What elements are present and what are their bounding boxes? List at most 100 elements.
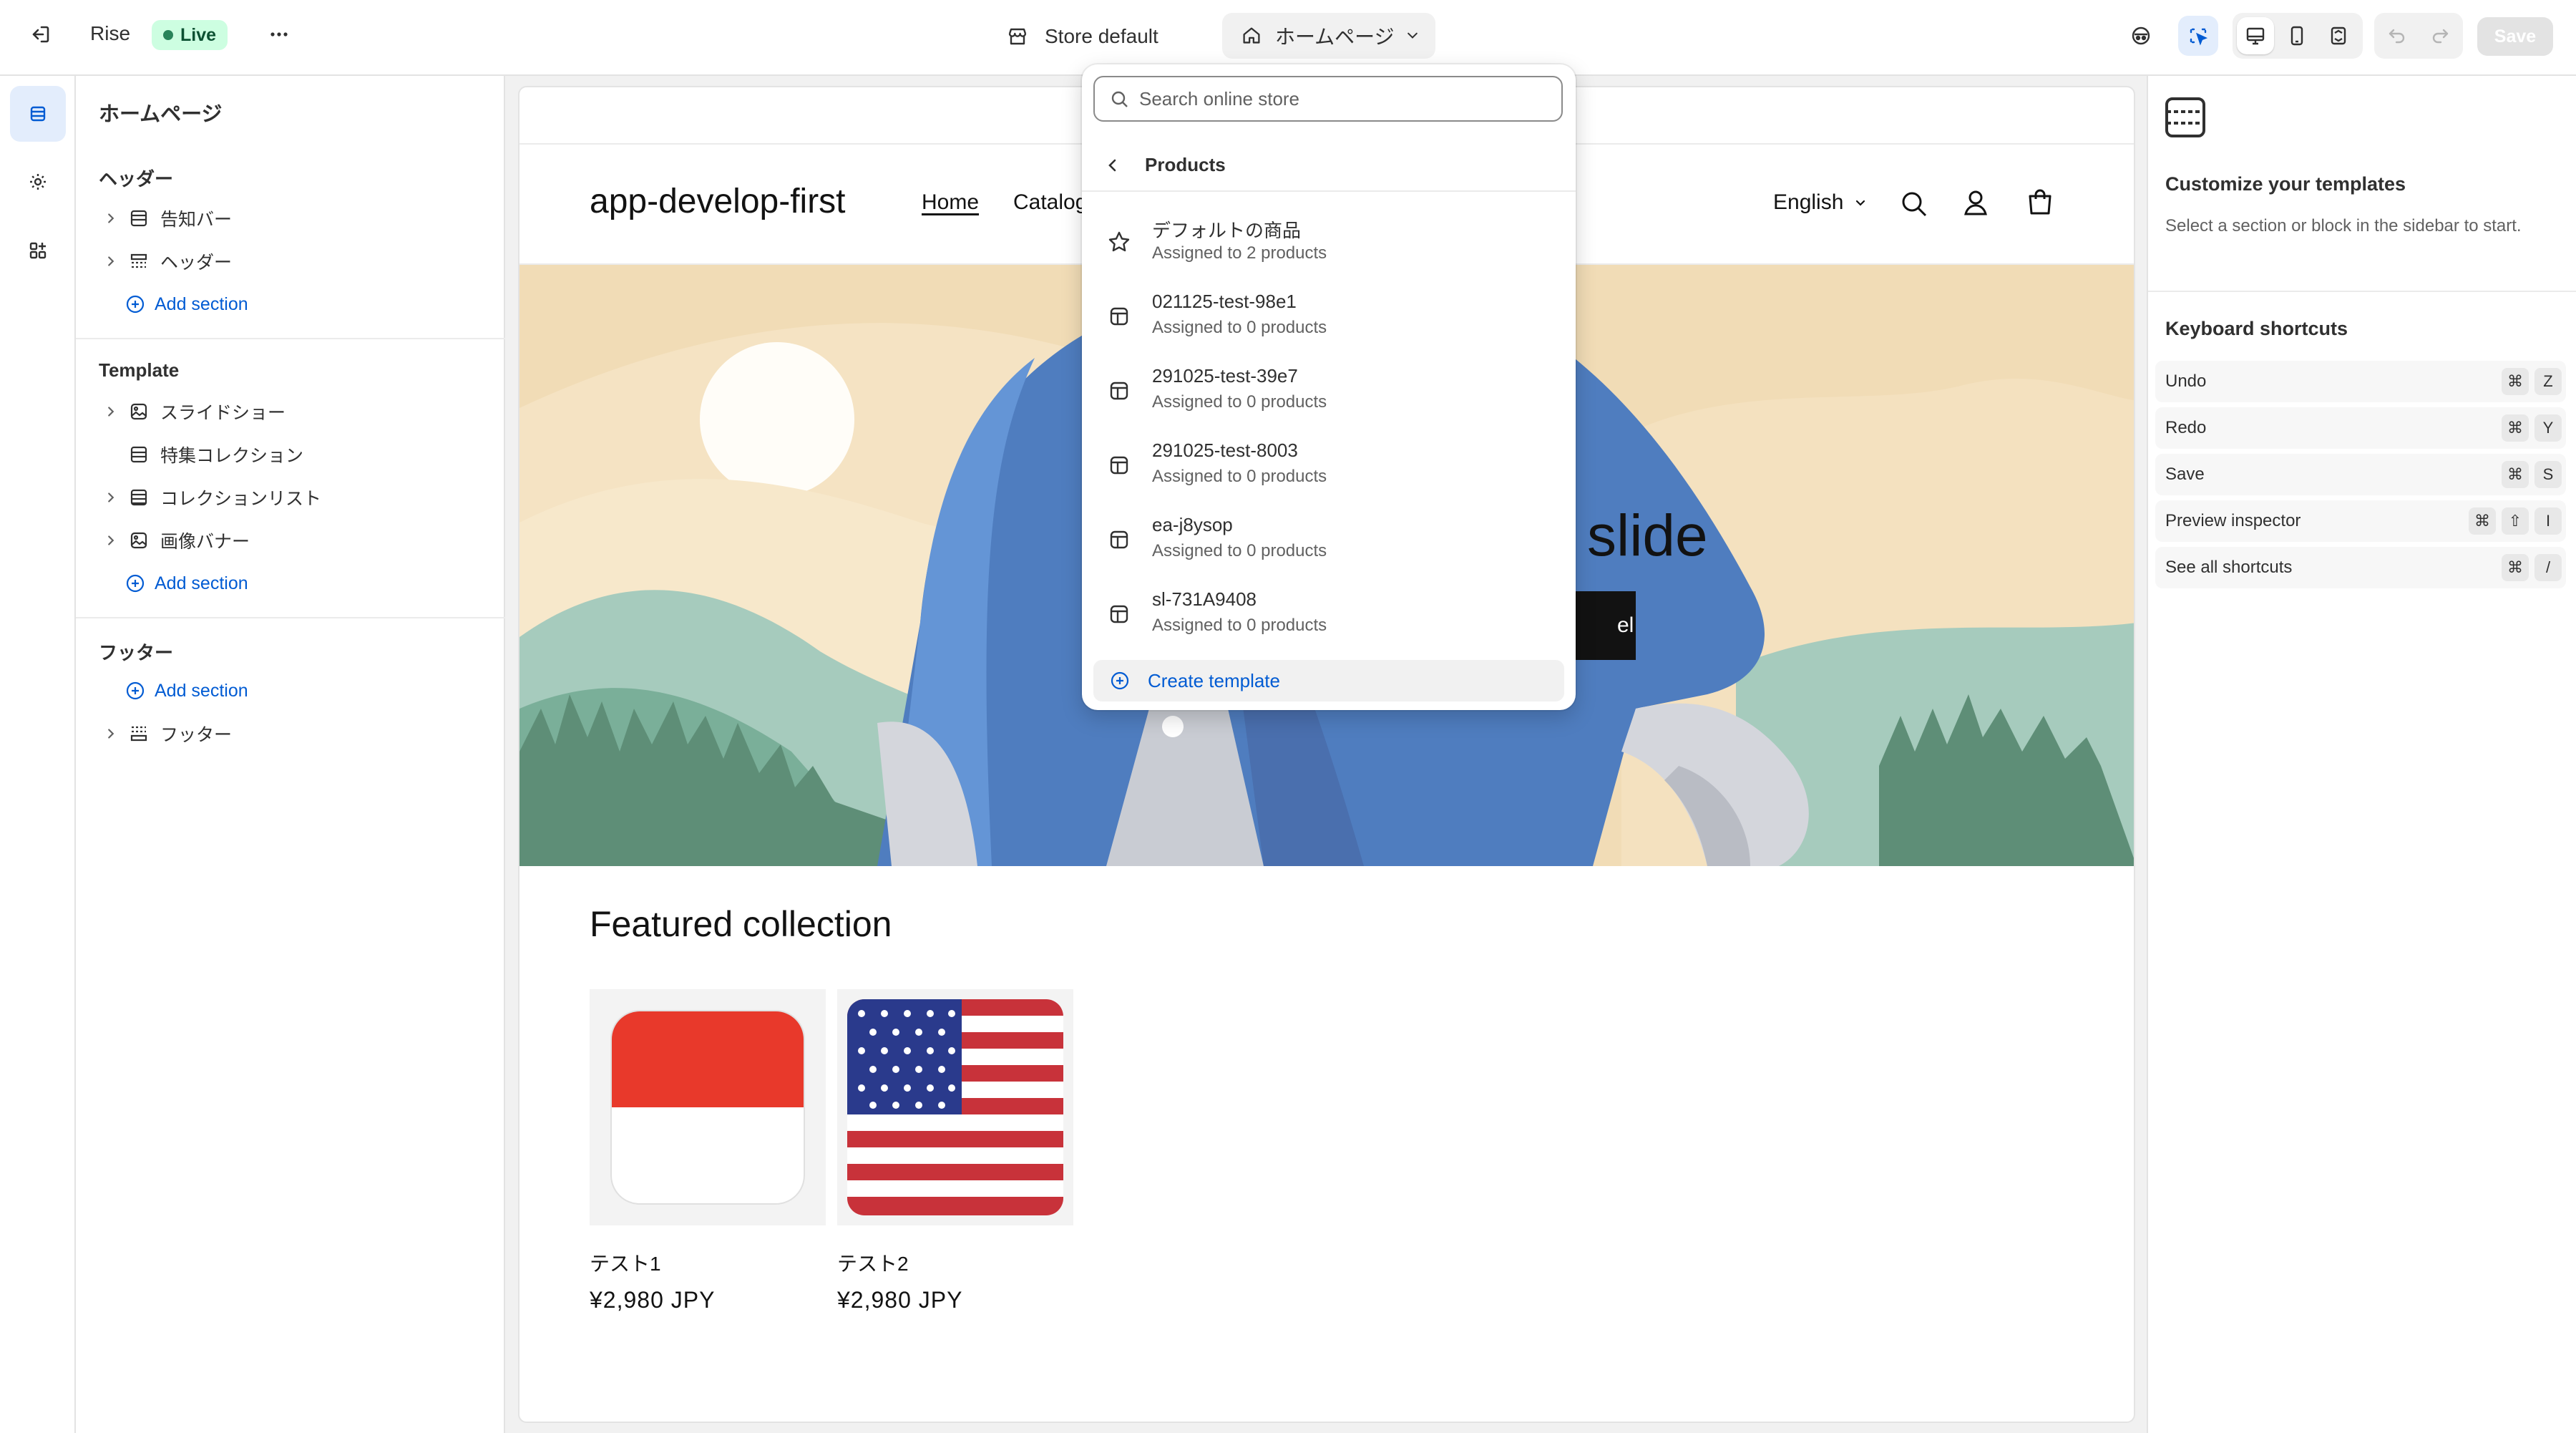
ai-assistant-icon[interactable] xyxy=(2121,16,2161,56)
image-banner-icon xyxy=(126,528,152,553)
sidebar-item-header[interactable]: ヘッダー xyxy=(97,245,484,278)
divider xyxy=(76,617,505,618)
plus-circle-icon xyxy=(1111,671,1129,690)
sidebar-item-collection-list[interactable]: コレクションリスト xyxy=(97,481,484,514)
slide-dot-indicator[interactable] xyxy=(1162,716,1184,737)
featured-collection-title[interactable]: Featured collection xyxy=(590,903,892,945)
template-icon xyxy=(1110,605,1128,623)
product-image[interactable] xyxy=(590,989,826,1225)
store-icon xyxy=(1008,28,1027,45)
template-option[interactable]: 291025-test-8003 Assigned to 0 products xyxy=(1089,427,1568,501)
search-icon xyxy=(1111,91,1128,107)
sidebar-item-slideshow[interactable]: スライドショー xyxy=(97,395,484,428)
panel-title: Customize your templates xyxy=(2165,173,2406,195)
product-name[interactable]: テスト2 xyxy=(837,1248,1073,1277)
sidebar-item-label: 画像バナー xyxy=(160,532,250,552)
add-section-button[interactable]: Add section xyxy=(125,567,248,600)
shortcut-row: Preview inspector ⌘ ⇧ I xyxy=(2155,500,2566,542)
shortcut-row: Redo ⌘ Y xyxy=(2155,407,2566,449)
shortcut-key: / xyxy=(2534,554,2562,581)
desktop-view-icon[interactable] xyxy=(2237,17,2274,54)
keyboard-shortcuts-title: Keyboard shortcuts xyxy=(2165,318,2348,339)
theme-settings-gear-icon[interactable] xyxy=(18,162,58,202)
chevron-down-icon xyxy=(1856,200,1865,206)
exit-icon[interactable] xyxy=(20,14,60,54)
sidebar-group-footer: フッター xyxy=(99,642,174,664)
sidebar-item-footer[interactable]: フッター xyxy=(97,717,484,750)
nav-link-catalog[interactable]: Catalog xyxy=(1013,190,1087,215)
template-option[interactable]: ea-j8ysop Assigned to 0 products xyxy=(1089,501,1568,575)
add-section-button[interactable]: Add section xyxy=(125,674,248,707)
store-theme-selector[interactable]: Store default xyxy=(1005,19,1158,54)
create-template-label: Create template xyxy=(1148,669,1280,691)
template-name: デフォルトの商品 xyxy=(1152,220,1302,241)
sidebar-item-image-banner[interactable]: 画像バナー xyxy=(97,524,484,557)
product-name[interactable]: テスト1 xyxy=(590,1248,826,1277)
template-picker-dropdown: Search online store Products デフォルトの商品 As… xyxy=(1082,64,1576,710)
shortcut-key: ⌘ xyxy=(2502,554,2529,581)
undo-icon[interactable] xyxy=(2377,16,2417,56)
search-input[interactable]: Search online store xyxy=(1093,76,1563,122)
save-button[interactable]: Save xyxy=(2477,17,2553,56)
more-actions-icon[interactable] xyxy=(259,14,299,54)
mobile-view-icon[interactable] xyxy=(2278,17,2316,54)
chevron-right-icon[interactable] xyxy=(100,401,122,422)
template-icon xyxy=(1110,456,1128,475)
shortcut-label: Redo xyxy=(2165,418,2207,437)
shortcut-row[interactable]: See all shortcuts ⌘ / xyxy=(2155,547,2566,588)
sidebar-group-template: Template xyxy=(99,359,180,381)
sections-icon[interactable] xyxy=(10,86,66,142)
chevron-down-icon xyxy=(1407,32,1418,39)
plus-circle-icon xyxy=(126,295,145,314)
template-option[interactable]: 291025-test-39e7 Assigned to 0 products xyxy=(1089,352,1568,427)
shortcut-label: Save xyxy=(2165,465,2205,484)
account-icon[interactable] xyxy=(1959,186,1992,219)
home-icon xyxy=(1243,27,1260,44)
product-image[interactable] xyxy=(837,989,1073,1225)
chevron-right-icon[interactable] xyxy=(100,487,122,508)
section-icon xyxy=(126,205,152,231)
store-logo-text[interactable]: app-develop-first xyxy=(590,182,846,221)
slideshow-icon xyxy=(126,399,152,424)
shortcut-key: ⇧ xyxy=(2502,507,2529,535)
nav-link-home[interactable]: Home xyxy=(922,190,979,215)
shortcut-label: See all shortcuts xyxy=(2165,558,2293,577)
sidebar-item-announcement-bar[interactable]: 告知バー xyxy=(97,202,484,235)
shortcut-key: ⌘ xyxy=(2502,414,2529,442)
product-card[interactable]: テスト2 ¥2,980 JPY xyxy=(837,989,1073,1313)
sidebar-item-label: 告知バー xyxy=(160,210,233,230)
full-width-view-icon[interactable] xyxy=(2320,17,2357,54)
page-selector[interactable]: ホームページ xyxy=(1222,13,1435,59)
template-name: 291025-test-8003 xyxy=(1152,439,1298,461)
add-section-button[interactable]: Add section xyxy=(125,288,248,321)
store-theme-label: Store default xyxy=(1045,25,1158,47)
template-name: ea-j8ysop xyxy=(1152,514,1233,535)
template-icon xyxy=(1110,382,1128,400)
sidebar-item-featured-collection[interactable]: 特集コレクション xyxy=(97,438,484,471)
chevron-right-icon[interactable] xyxy=(100,530,122,551)
search-icon[interactable] xyxy=(1898,188,1931,220)
inspector-toggle-icon[interactable] xyxy=(2178,16,2218,56)
chevron-right-icon[interactable] xyxy=(100,208,122,229)
template-option[interactable]: sl-731A9408 Assigned to 0 products xyxy=(1089,575,1568,650)
template-option[interactable]: 021125-test-98e1 Assigned to 0 products xyxy=(1089,278,1568,352)
language-selector[interactable]: English xyxy=(1773,190,1869,215)
back-to-products-button[interactable]: Products xyxy=(1082,139,1576,192)
product-card[interactable]: テスト1 ¥2,980 JPY xyxy=(590,989,826,1313)
sidebar-item-label: フッター xyxy=(160,725,233,745)
settings-panel: Customize your templates Select a sectio… xyxy=(2147,76,2576,1433)
star-icon xyxy=(1108,231,1130,252)
cart-icon[interactable] xyxy=(2024,186,2057,219)
hero-heading[interactable]: slide xyxy=(1587,502,1708,570)
chevron-right-icon[interactable] xyxy=(100,723,122,744)
chevron-right-icon[interactable] xyxy=(100,251,122,272)
app-embeds-icon[interactable] xyxy=(18,230,58,271)
shortcut-key: Y xyxy=(2534,414,2562,442)
redo-icon[interactable] xyxy=(2420,16,2460,56)
section-sidebar: ホームページ ヘッダー 告知バー ヘッダー Add section Templa… xyxy=(76,76,505,1433)
create-template-button[interactable]: Create template xyxy=(1093,660,1564,701)
template-option[interactable]: デフォルトの商品 Assigned to 2 products xyxy=(1089,203,1568,278)
template-name: 291025-test-39e7 xyxy=(1152,365,1298,387)
theme-name: Rise xyxy=(90,22,131,44)
panel-description: Select a section or block in the sidebar… xyxy=(2165,216,2522,235)
